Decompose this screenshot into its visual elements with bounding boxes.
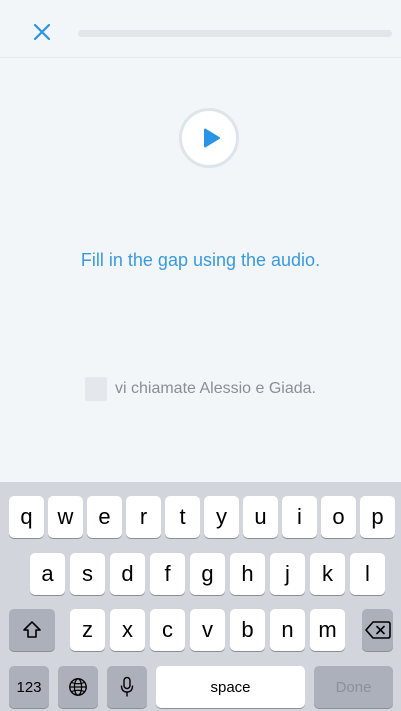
globe-key[interactable] xyxy=(58,666,98,708)
key-k[interactable]: k xyxy=(310,553,345,595)
key-w[interactable]: w xyxy=(48,496,83,538)
key-a[interactable]: a xyxy=(30,553,65,595)
key-f[interactable]: f xyxy=(150,553,185,595)
key-s[interactable]: s xyxy=(70,553,105,595)
key-h[interactable]: h xyxy=(230,553,265,595)
top-bar xyxy=(0,0,401,58)
play-icon xyxy=(204,128,220,148)
microphone-key[interactable] xyxy=(107,666,147,708)
instruction-text: Fill in the gap using the audio. xyxy=(80,250,321,270)
progress-bar xyxy=(78,30,392,37)
key-x[interactable]: x xyxy=(110,609,145,651)
key-d[interactable]: d xyxy=(110,553,145,595)
key-r[interactable]: r xyxy=(126,496,161,538)
close-button[interactable] xyxy=(30,20,54,44)
sentence: vi chiamate Alessio e Giada. xyxy=(0,377,401,401)
space-key[interactable]: space xyxy=(156,666,305,708)
numbers-key[interactable]: 123 xyxy=(9,666,49,708)
key-u[interactable]: u xyxy=(243,496,278,538)
gap-input[interactable] xyxy=(85,377,107,401)
key-b[interactable]: b xyxy=(230,609,265,651)
key-e[interactable]: e xyxy=(87,496,122,538)
play-audio-button[interactable] xyxy=(179,108,239,168)
key-p[interactable]: p xyxy=(360,496,395,538)
key-z[interactable]: z xyxy=(70,609,105,651)
close-icon xyxy=(33,23,51,41)
key-c[interactable]: c xyxy=(150,609,185,651)
key-y[interactable]: y xyxy=(204,496,239,538)
exercise-area: Fill in the gap using the audio. vi chia… xyxy=(0,58,401,482)
backspace-key[interactable] xyxy=(362,609,393,651)
shift-key[interactable] xyxy=(9,609,55,651)
key-v[interactable]: v xyxy=(190,609,225,651)
key-l[interactable]: l xyxy=(350,553,385,595)
sentence-text: vi chiamate Alessio e Giada. xyxy=(115,380,316,397)
key-m[interactable]: m xyxy=(310,609,345,651)
key-q[interactable]: q xyxy=(9,496,44,538)
shift-icon xyxy=(23,621,41,638)
done-key[interactable]: Done xyxy=(314,666,393,708)
backspace-icon xyxy=(364,621,391,639)
key-t[interactable]: t xyxy=(165,496,200,538)
key-o[interactable]: o xyxy=(321,496,356,538)
key-i[interactable]: i xyxy=(282,496,317,538)
microphone-icon xyxy=(120,676,134,697)
key-g[interactable]: g xyxy=(190,553,225,595)
key-j[interactable]: j xyxy=(270,553,305,595)
globe-icon xyxy=(69,678,87,696)
key-n[interactable]: n xyxy=(270,609,305,651)
keyboard: q w e r t y u i o p a s d f g h j k l z … xyxy=(0,482,401,711)
